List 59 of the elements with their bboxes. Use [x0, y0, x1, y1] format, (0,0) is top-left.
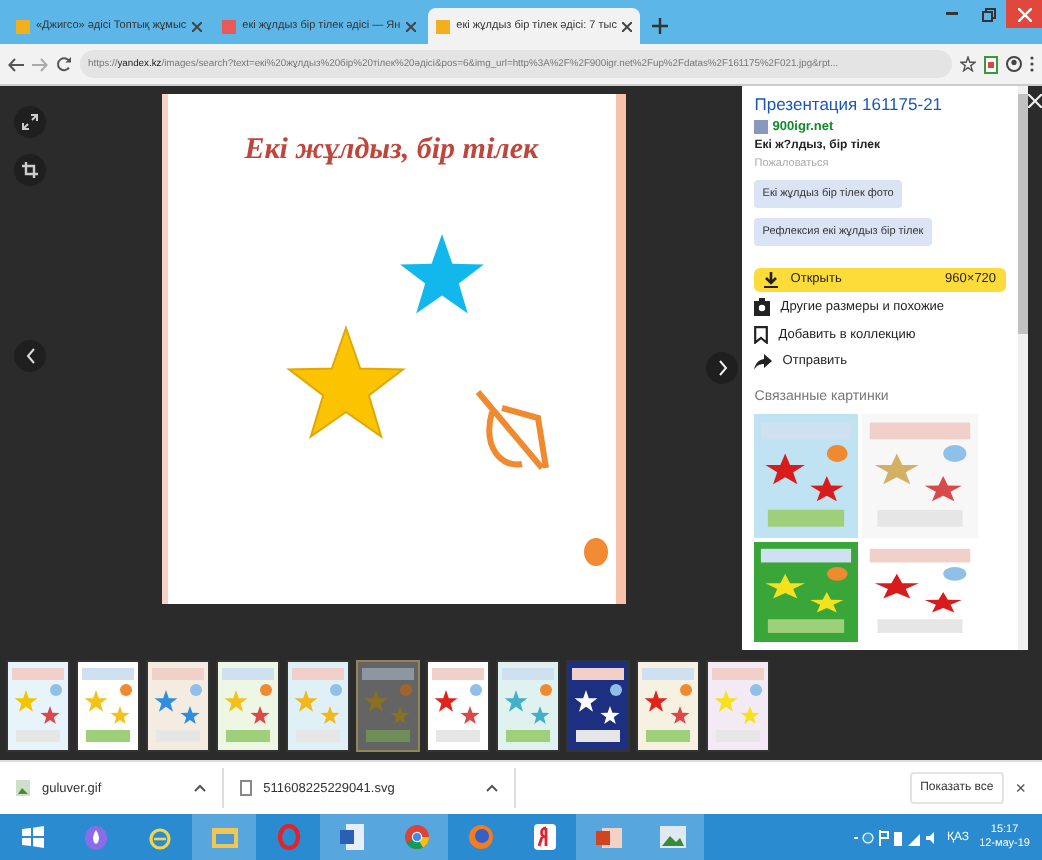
- back-icon[interactable]: [8, 57, 24, 71]
- share-arrow-icon: [754, 353, 773, 370]
- thumbnail[interactable]: [426, 659, 490, 751]
- taskbar-item[interactable]: [320, 814, 384, 860]
- taskbar-item[interactable]: [384, 814, 448, 860]
- previous-button[interactable]: [14, 340, 46, 373]
- next-button[interactable]: [706, 352, 739, 384]
- expand-icon: [22, 114, 38, 130]
- chrome-icon[interactable]: [403, 824, 429, 850]
- thumbnail[interactable]: [216, 659, 280, 751]
- file-icon: [239, 780, 252, 796]
- close-icon[interactable]: [622, 21, 633, 31]
- reload-icon[interactable]: [56, 56, 72, 72]
- document-icon[interactable]: [340, 824, 364, 850]
- close-window-button[interactable]: [1006, 0, 1042, 28]
- browser-e-icon[interactable]: [148, 825, 172, 849]
- thumbnail[interactable]: [146, 659, 210, 751]
- site-icon: [436, 19, 451, 33]
- extension-icon[interactable]: [984, 55, 998, 73]
- caret-icon[interactable]: [486, 784, 499, 792]
- site-icon: [754, 120, 769, 134]
- slides-icon[interactable]: [595, 825, 621, 849]
- windows-icon[interactable]: [21, 826, 43, 848]
- crop-icon: [22, 162, 38, 178]
- image-file-icon: [16, 780, 30, 796]
- close-button[interactable]: ×: [1003, 778, 1042, 798]
- thumbnail[interactable]: [6, 659, 70, 751]
- assistant-icon[interactable]: [84, 824, 108, 850]
- restore-icon: [981, 7, 995, 21]
- taskbar-item[interactable]: [576, 814, 640, 860]
- chevron-left-icon: [25, 348, 35, 365]
- crop-button[interactable]: [14, 154, 46, 186]
- new-tab-icon[interactable]: [652, 18, 669, 34]
- taskbar-item[interactable]: [640, 814, 704, 860]
- bookmark-icon: [754, 325, 769, 344]
- account-icon[interactable]: [1006, 56, 1022, 72]
- chevron-right-icon: [717, 360, 728, 376]
- yandex-icon[interactable]: [533, 824, 555, 850]
- image-title[interactable]: Презентация 161175-21: [754, 94, 1007, 114]
- camera-search-icon: [754, 298, 771, 317]
- expand-button[interactable]: [14, 106, 46, 138]
- minimize-icon: [946, 12, 958, 16]
- thumbnail[interactable]: [636, 659, 700, 751]
- site-icon: [222, 19, 237, 33]
- star-icon[interactable]: [960, 56, 976, 72]
- site-icon: [16, 19, 30, 33]
- download-icon: [764, 271, 779, 288]
- tray-icons[interactable]: [853, 829, 937, 845]
- thumbnail[interactable]: [706, 659, 770, 751]
- close-icon: [1017, 7, 1031, 21]
- thumbnail[interactable]: [76, 659, 140, 751]
- photo-viewer-icon[interactable]: [659, 826, 685, 848]
- thumbnail[interactable]: [566, 659, 630, 751]
- dot-decoration: [583, 538, 608, 566]
- scrollbar-thumb[interactable]: [1018, 94, 1028, 334]
- caret-icon[interactable]: [193, 784, 206, 792]
- slide-title: Екі жұлдыз, бір тілек: [244, 134, 539, 168]
- thumbnail[interactable]: [496, 659, 560, 751]
- thumbnail[interactable]: [286, 659, 350, 751]
